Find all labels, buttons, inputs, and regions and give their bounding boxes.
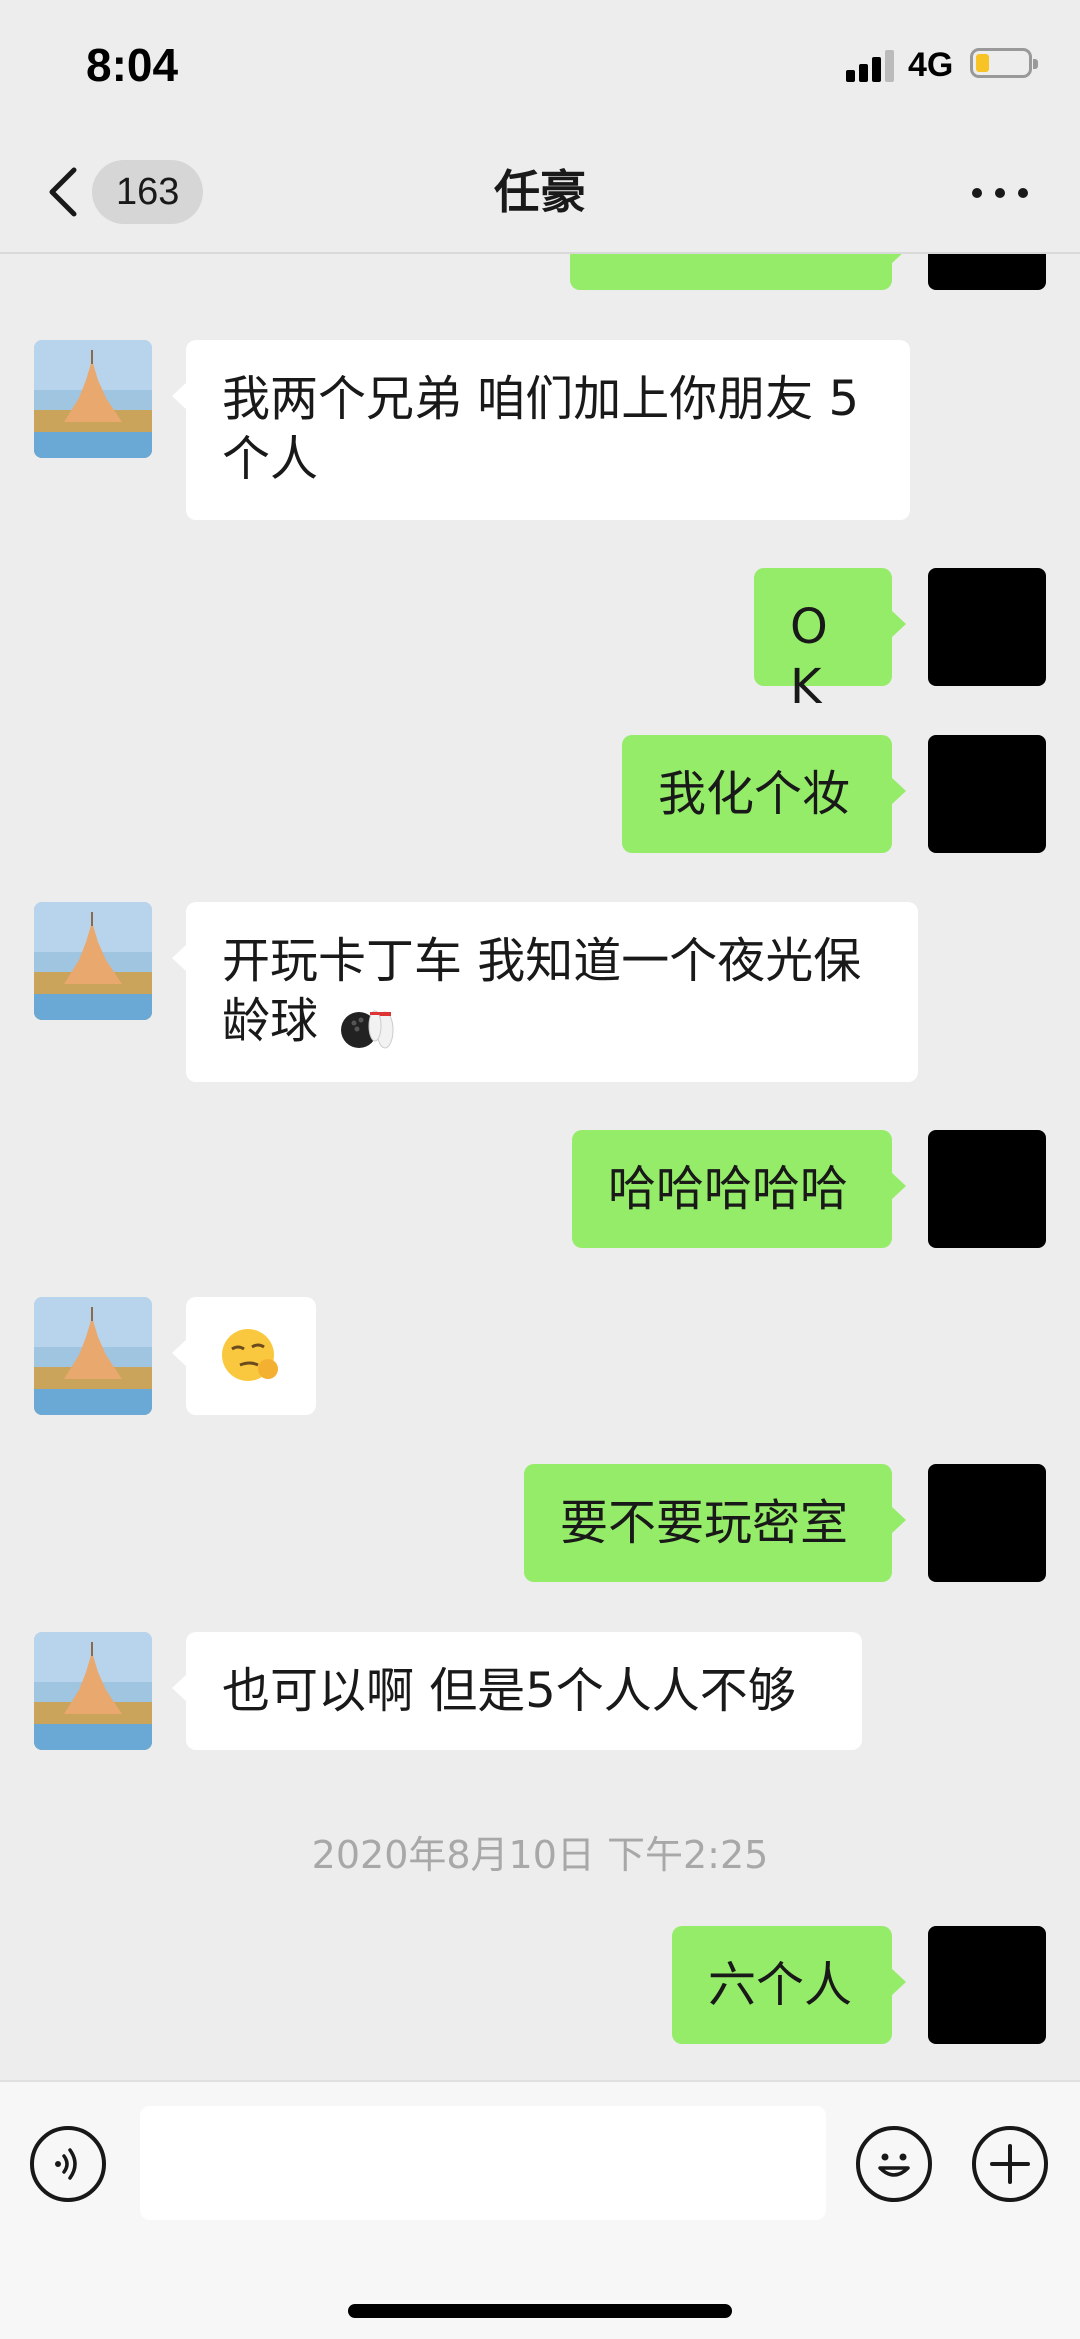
smirk-face-emoji: [222, 1329, 278, 1381]
message-text: 我化个妆: [658, 766, 851, 822]
message-timestamp: 2020年8月10日 下午2:25: [311, 1833, 769, 1877]
contact-avatar-image: [34, 340, 152, 458]
message-text: 我两个兄弟 咱们加上你朋友 5个人: [222, 371, 860, 487]
message-text: 哈哈哈哈哈: [608, 1161, 849, 1217]
incoming-bubble[interactable]: 也可以啊 但是5个人人不够: [172, 1632, 862, 1750]
contact-avatar[interactable]: [34, 1632, 152, 1750]
incoming-bubble[interactable]: 开玩卡丁车 我知道一个夜光保龄球: [172, 902, 918, 1082]
outgoing-bubble[interactable]: 六个人: [672, 1926, 906, 2044]
voice-button[interactable]: [30, 2126, 106, 2202]
bowling-emoji: [341, 1010, 394, 1049]
contact-avatar[interactable]: [34, 1297, 152, 1415]
signal-icon: [846, 48, 896, 82]
outgoing-bubble[interactable]: OK: [754, 568, 906, 715]
voice-icon: [55, 2148, 77, 2180]
my-avatar[interactable]: [928, 1464, 1046, 1582]
outgoing-bubble[interactable]: 我化个妆: [622, 735, 906, 853]
chat-title: 任豪: [494, 165, 586, 219]
chat-input-bar: [0, 2080, 1080, 2339]
my-avatar[interactable]: [928, 735, 1046, 853]
contact-avatar[interactable]: [34, 902, 152, 1020]
my-avatar[interactable]: [928, 254, 1046, 290]
contact-avatar-image: [34, 1297, 152, 1415]
outgoing-bubble[interactable]: 哈哈哈哈哈: [572, 1130, 906, 1248]
battery-level: [976, 54, 989, 72]
contact-avatar-image: [34, 902, 152, 1020]
chat-message-list[interactable]: 我两个兄弟 咱们加上你朋友 5个人 OK 我化个妆 开玩卡丁车 我知道一个夜光保…: [0, 254, 1080, 2080]
incoming-bubble[interactable]: [172, 1297, 316, 1415]
emoji-icon: [878, 2153, 910, 2177]
more-button[interactable]: [970, 180, 1030, 204]
network-label: 4G: [908, 46, 954, 84]
my-avatar[interactable]: [928, 1926, 1046, 2044]
plus-icon: [990, 2144, 1030, 2184]
home-indicator: [348, 2304, 732, 2318]
contact-avatar-image: [34, 1632, 152, 1750]
outgoing-bubble-partial: [570, 254, 906, 290]
incoming-bubble[interactable]: 我两个兄弟 咱们加上你朋友 5个人: [172, 340, 910, 520]
outgoing-bubble[interactable]: 要不要玩密室: [524, 1464, 906, 1582]
message-text: 也可以啊 但是5个人人不够: [222, 1663, 796, 1719]
plus-button[interactable]: [972, 2126, 1048, 2202]
chat-nav-bar: 163 任豪: [0, 130, 1080, 254]
contact-avatar[interactable]: [34, 340, 152, 458]
battery-icon: [970, 48, 1038, 78]
message-input[interactable]: [140, 2106, 826, 2220]
message-text: 开玩卡丁车 我知道一个夜光保龄球: [222, 933, 862, 1049]
emoji-button[interactable]: [856, 2126, 932, 2202]
my-avatar[interactable]: [928, 568, 1046, 686]
my-avatar[interactable]: [928, 1130, 1046, 1248]
message-text: 六个人: [708, 1957, 853, 2013]
status-time: 8:04: [86, 39, 179, 91]
message-text: OK: [790, 599, 828, 715]
message-text: 要不要玩密室: [560, 1495, 849, 1551]
status-bar: 8:04 4G: [0, 0, 1080, 130]
